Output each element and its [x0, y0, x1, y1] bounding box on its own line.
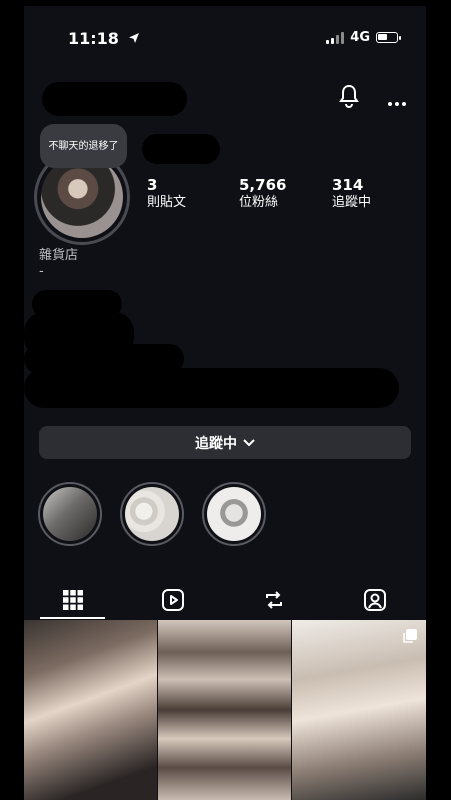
- stat-label: 位粉絲: [239, 195, 279, 210]
- carousel-icon: [402, 628, 418, 648]
- note-text: 不聊天的退移了: [48, 140, 119, 152]
- category-text: 雜貨店: [39, 248, 79, 263]
- profile-category: 雜貨店 -: [39, 244, 78, 279]
- redacted-username: [42, 82, 187, 116]
- tab-reels[interactable]: [133, 583, 213, 617]
- avatar-photo: [41, 156, 123, 238]
- stat-label: 則貼文: [147, 195, 187, 210]
- reposts-icon: [266, 591, 282, 609]
- following-button[interactable]: 追蹤中: [39, 426, 411, 459]
- more-options-icon[interactable]: [387, 92, 407, 111]
- battery-icon: [376, 32, 401, 43]
- highlight-cover: [125, 487, 179, 541]
- stat-label: 追蹤中: [332, 195, 372, 210]
- stat-value: 3: [147, 176, 158, 194]
- stat-value: 314: [332, 176, 364, 194]
- highlight-cover: [207, 487, 261, 541]
- redacted-bio: [24, 368, 399, 408]
- notifications-bell-icon[interactable]: [338, 84, 360, 112]
- story-highlight[interactable]: [120, 482, 184, 546]
- redacted-name: [142, 134, 220, 164]
- tab-tagged[interactable]: [335, 583, 415, 617]
- stat-value: 5,766: [239, 176, 287, 194]
- followers-count[interactable]: 5,766 位粉絲: [239, 176, 286, 212]
- clock-text: 11:18: [68, 29, 119, 48]
- story-highlight[interactable]: [38, 482, 102, 546]
- grid-icon: [63, 590, 83, 610]
- following-button-label: 追蹤中: [195, 435, 237, 452]
- post-thumbnail[interactable]: [158, 620, 291, 800]
- chevron-down-icon: [243, 435, 255, 451]
- profile-screen: 11:18 4G 不聊天的退移了 3 則貼文 5,766 位粉絲 314 追蹤中: [24, 6, 426, 800]
- profile-note[interactable]: 不聊天的退移了: [40, 124, 127, 168]
- post-thumbnail[interactable]: [24, 620, 157, 800]
- network-type: 4G: [350, 30, 370, 45]
- story-highlight[interactable]: [202, 482, 266, 546]
- active-tab-indicator: [40, 617, 105, 619]
- tab-reposts[interactable]: [234, 583, 314, 617]
- status-time: 11:18: [68, 29, 140, 48]
- following-count[interactable]: 314 追蹤中: [332, 176, 371, 212]
- status-indicators: 4G: [326, 30, 401, 45]
- signal-icon: [326, 31, 345, 44]
- post-thumbnail[interactable]: [292, 620, 426, 800]
- tagged-icon: [364, 589, 386, 611]
- reels-icon: [162, 589, 184, 611]
- bio-line: -: [39, 264, 44, 279]
- posts-count[interactable]: 3 則貼文: [147, 176, 186, 212]
- highlight-cover: [43, 487, 97, 541]
- location-arrow-icon: [128, 29, 140, 48]
- tab-posts-grid[interactable]: [33, 583, 113, 617]
